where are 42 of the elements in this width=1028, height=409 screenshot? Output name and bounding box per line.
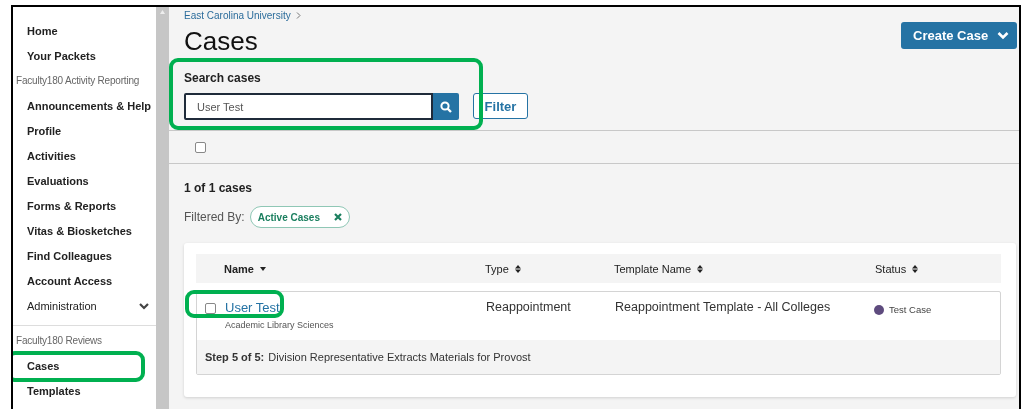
- sidebar-item[interactable]: Templates: [27, 384, 81, 397]
- search-label: Search cases: [184, 71, 262, 86]
- column-header[interactable]: Type: [485, 262, 614, 275]
- sidebar-item[interactable]: Vitas & Biosketches: [27, 224, 132, 237]
- chevron-right-icon: [295, 11, 301, 19]
- search-button[interactable]: [433, 93, 459, 120]
- sidebar-section-header: Faculty180 Activity Reporting: [15, 74, 141, 88]
- sidebar-item[interactable]: Account Access: [27, 274, 113, 287]
- sidebar-item[interactable]: Home: [27, 24, 58, 37]
- chevron-down-icon: [997, 31, 1009, 40]
- scrollbar[interactable]: [156, 7, 169, 409]
- filter-button[interactable]: Filter: [473, 93, 528, 119]
- workflow-step: Step 5 of 5: Division Representative Extracts Materials for Provost: [197, 340, 1000, 374]
- type-cell-text: Reappointment: [486, 300, 572, 314]
- filter-label: Filtered By:: [184, 210, 245, 224]
- sidebar-section-header: Faculty180 Reviews: [15, 334, 103, 348]
- result-count: 1 of 1 cases: [184, 181, 254, 194]
- column-header[interactable]: Status: [875, 262, 1001, 275]
- template-cell-text: Reappointment Template - All Colleges: [615, 300, 832, 314]
- sidebar-item[interactable]: Announcements & Help: [27, 99, 152, 112]
- sidebar-item[interactable]: Administration: [27, 299, 97, 312]
- close-icon: [333, 213, 342, 221]
- sidebar-item[interactable]: Forms & Reports: [27, 199, 117, 212]
- column-header[interactable]: Template Name: [614, 262, 875, 275]
- select-all-checkbox[interactable]: [195, 141, 206, 153]
- create-case-button[interactable]: Create Case: [901, 22, 1017, 49]
- sidebar-item[interactable]: Activities: [27, 149, 76, 162]
- column-header[interactable]: Name: [224, 262, 485, 275]
- sidebar-item[interactable]: Cases: [27, 359, 60, 372]
- page-title: Cases: [184, 26, 259, 56]
- department-text: Academic Library Sciences: [225, 320, 335, 330]
- search-icon: [440, 100, 452, 113]
- sidebar-item[interactable]: Evaluations: [27, 174, 89, 187]
- filter-chip[interactable]: Active Cases: [249, 206, 350, 228]
- sidebar-item[interactable]: Find Colleagues: [27, 249, 112, 262]
- row-checkbox[interactable]: [205, 303, 216, 314]
- status-text: Test Case: [889, 304, 932, 315]
- case-name-link[interactable]: User Test: [225, 300, 280, 315]
- sidebar-item[interactable]: Your Packets: [27, 49, 96, 62]
- sidebar-item[interactable]: Profile: [27, 124, 62, 137]
- search-field[interactable]: User Test: [184, 93, 433, 120]
- breadcrumb-link[interactable]: East Carolina University: [184, 9, 291, 21]
